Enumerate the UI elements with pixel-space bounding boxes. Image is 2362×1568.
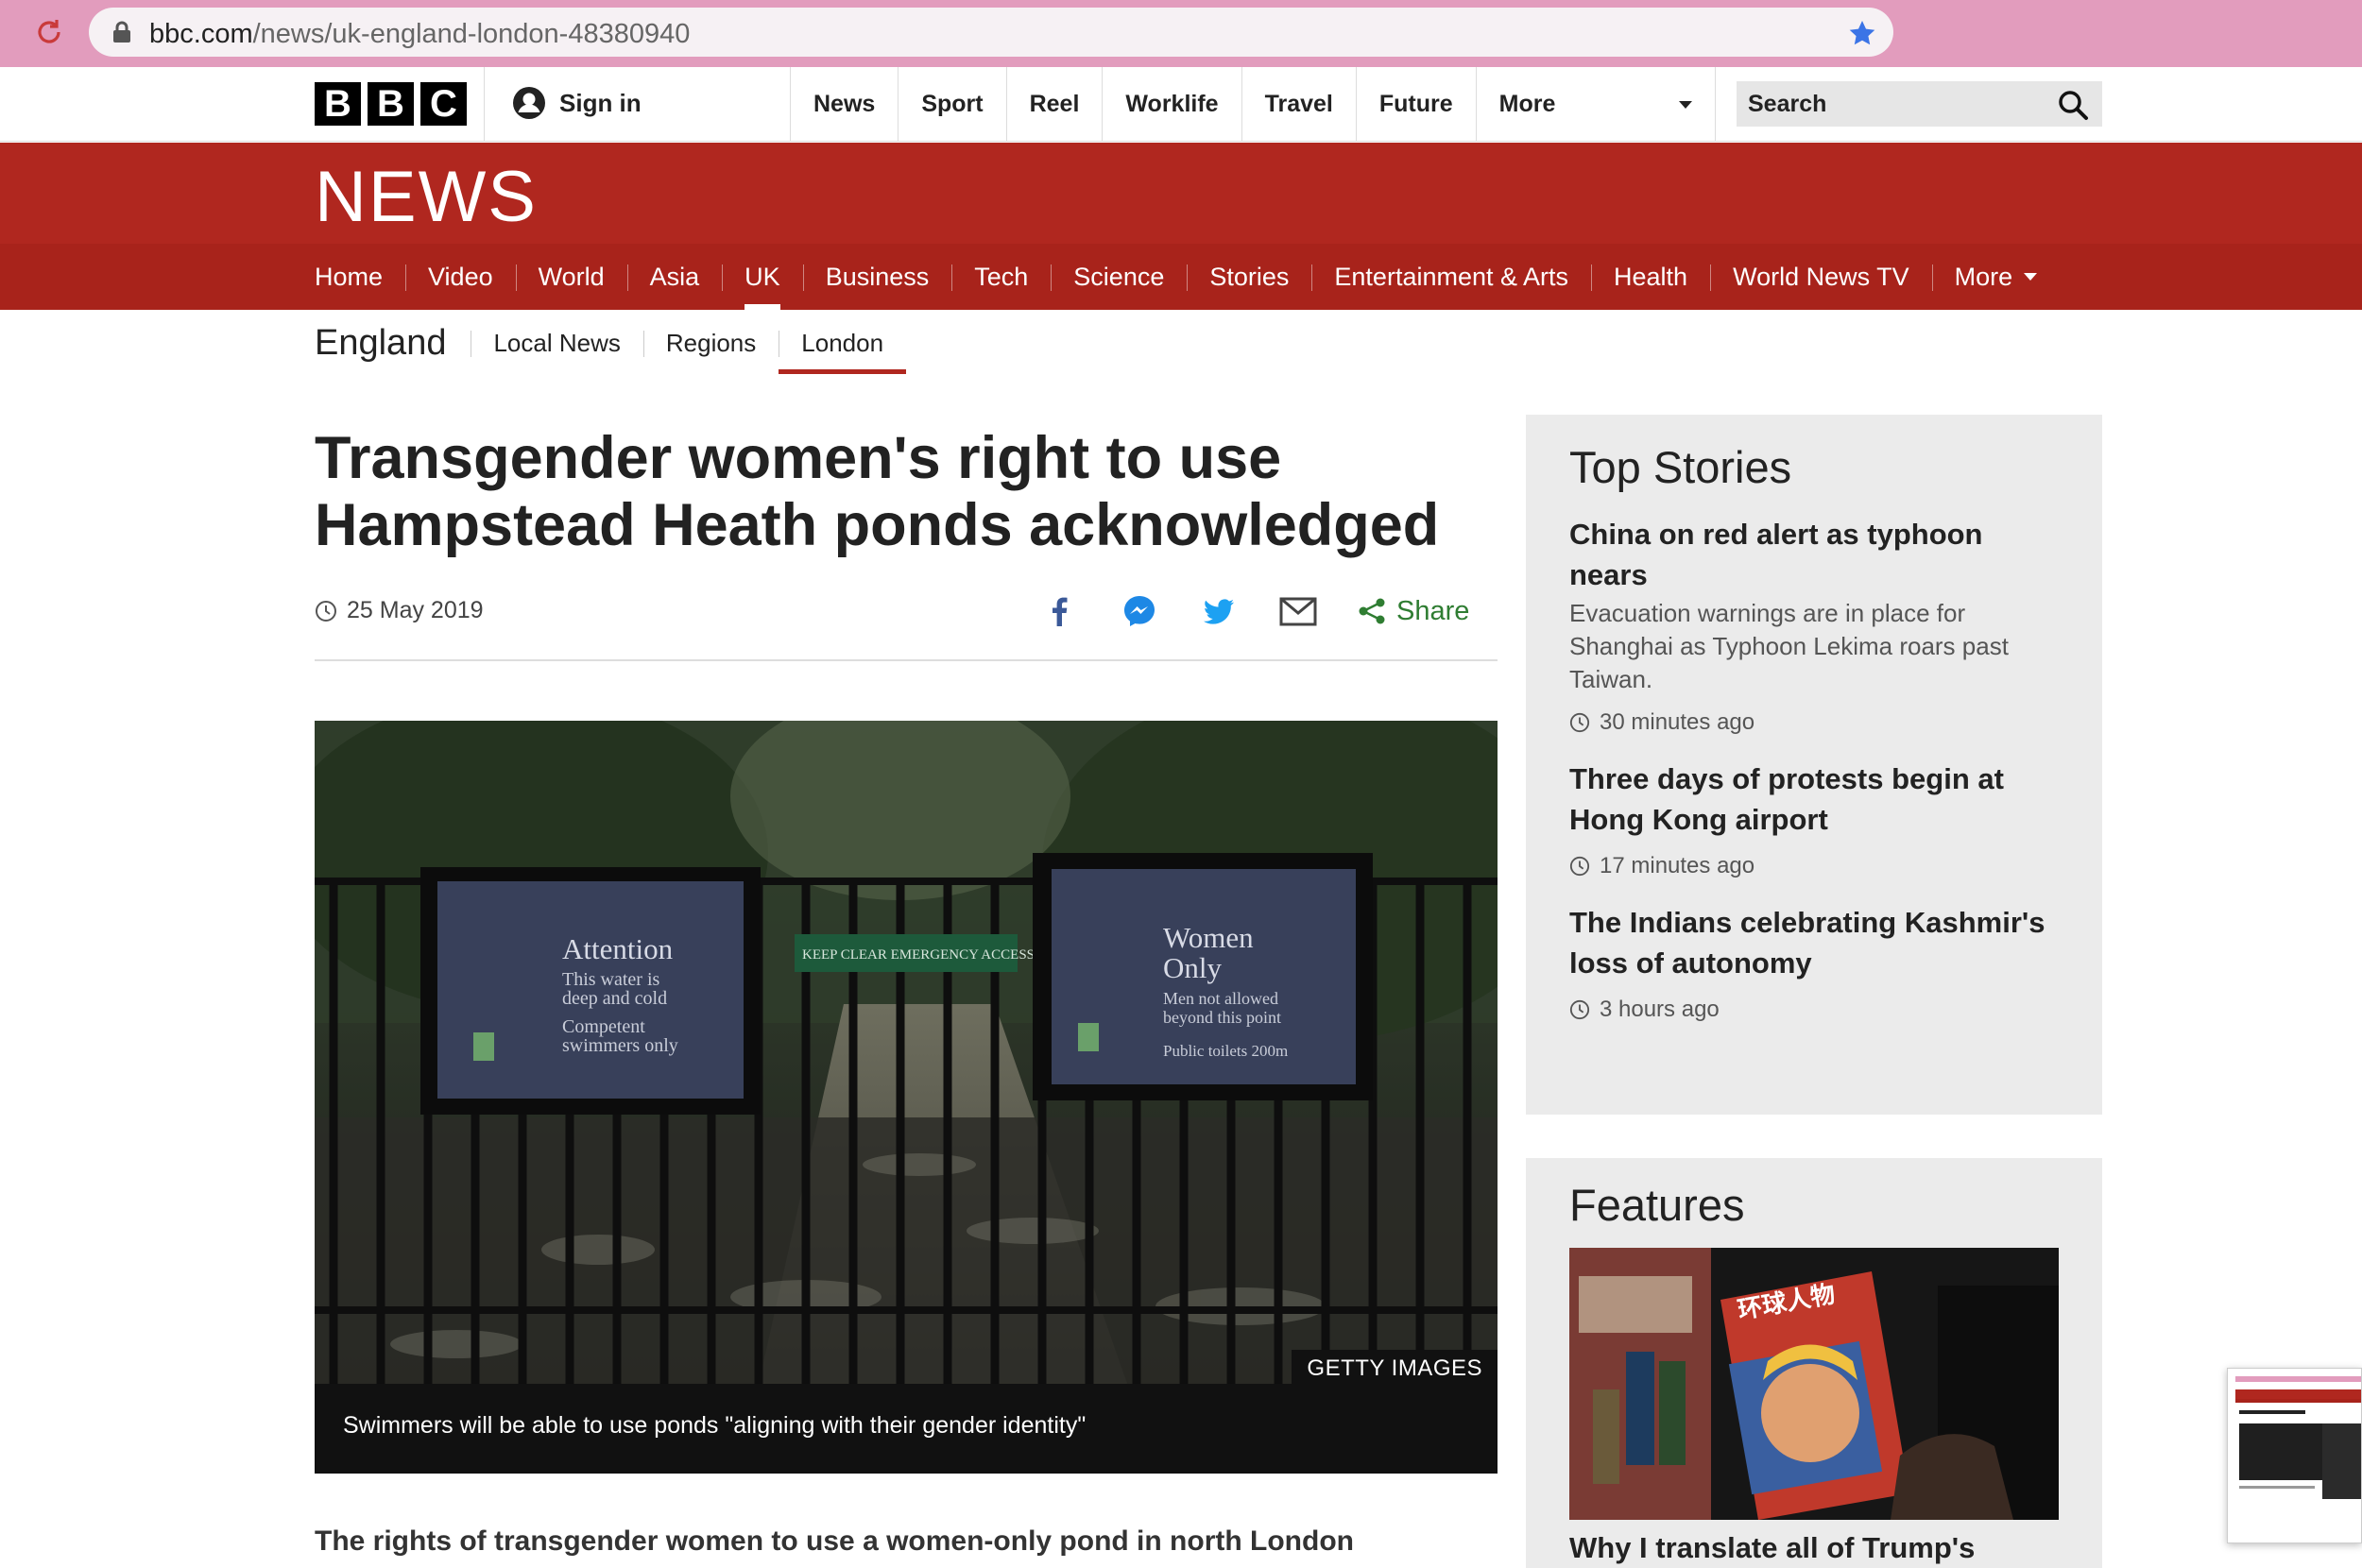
top-story-title[interactable]: The Indians celebrating Kashmir's loss o… <box>1569 902 2059 983</box>
share-tools: Share <box>1039 590 1469 632</box>
nav-more-dropdown[interactable]: More <box>1475 67 1716 142</box>
messenger-icon[interactable] <box>1119 590 1160 632</box>
top-story-item[interactable]: China on red alert as typhoon nears Evac… <box>1569 514 2059 736</box>
search-input[interactable] <box>1737 81 2039 127</box>
sub-nav-local-news[interactable]: Local News <box>471 310 642 376</box>
bbc-masthead: B B C Sign in News Sport Reel Worklife T… <box>0 67 2362 142</box>
section-nav: Home Video World Asia UK Business Tech S… <box>0 244 2362 310</box>
features-panel: Features 环球人物 Why I translate all of Tru… <box>1526 1158 2102 1568</box>
features-heading: Features <box>1569 1180 1745 1230</box>
clock-icon <box>316 600 336 622</box>
reload-icon[interactable] <box>32 15 66 49</box>
share-button[interactable]: Share <box>1357 596 1469 627</box>
nav-sport[interactable]: Sport <box>898 67 1005 142</box>
nav-worklife[interactable]: Worklife <box>1102 67 1241 142</box>
top-stories-heading: Top Stories <box>1569 442 1792 492</box>
article-figure: Attention This water is deep and cold Co… <box>315 721 1498 1474</box>
sub-nav-london[interactable]: London <box>779 310 906 376</box>
top-story-title[interactable]: China on red alert as typhoon nears <box>1569 514 2059 595</box>
user-icon <box>513 87 545 119</box>
facebook-icon[interactable] <box>1039 590 1081 632</box>
screenshot-thumbnail[interactable] <box>2227 1368 2362 1543</box>
section-business[interactable]: Business <box>802 244 952 310</box>
sign-in-link[interactable]: Sign in <box>512 86 642 120</box>
top-story-item[interactable]: The Indians celebrating Kashmir's loss o… <box>1569 902 2059 1023</box>
feature-image[interactable]: 环球人物 <box>1569 1248 2059 1520</box>
section-asia[interactable]: Asia <box>626 244 723 310</box>
section-uk[interactable]: UK <box>722 244 803 310</box>
divider <box>484 67 485 142</box>
search-box <box>1737 81 2102 127</box>
clock-icon <box>1569 712 1590 733</box>
svg-text:deep and cold: deep and cold <box>562 988 667 1009</box>
nav-travel[interactable]: Travel <box>1241 67 1356 142</box>
article-photo: Attention This water is deep and cold Co… <box>315 721 1498 1384</box>
section-world[interactable]: World <box>515 244 627 310</box>
sub-nav: England Local News Regions London <box>315 310 906 376</box>
section-entertainment-arts[interactable]: Entertainment & Arts <box>1311 244 1591 310</box>
article-date: 25 May 2019 <box>315 597 484 624</box>
svg-text:Women: Women <box>1163 921 1254 954</box>
section-video[interactable]: Video <box>405 244 516 310</box>
global-nav: News Sport Reel Worklife Travel Future M… <box>790 67 1716 142</box>
svg-text:Only: Only <box>1163 951 1223 984</box>
magazine-photo-illustration: 环球人物 <box>1569 1248 2059 1520</box>
clock-icon <box>1569 856 1590 877</box>
svg-text:Public toilets 200m: Public toilets 200m <box>1163 1042 1288 1060</box>
url-text: bbc.com/news/uk-england-london-48380940 <box>149 19 691 49</box>
news-banner: NEWS <box>0 143 2362 244</box>
bbc-logo[interactable]: B B C <box>315 82 467 126</box>
sub-nav-regions[interactable]: Regions <box>642 310 779 376</box>
svg-text:Men not allowed: Men not allowed <box>1163 989 1278 1008</box>
top-story-timestamp: 30 minutes ago <box>1569 709 2059 736</box>
feature-title[interactable]: Why I translate all of Trump's <box>1569 1531 2059 1565</box>
top-story-title[interactable]: Three days of protests begin at Hong Kon… <box>1569 758 2059 840</box>
article-lede: The rights of transgender women to use a… <box>315 1525 1354 1557</box>
address-bar[interactable]: bbc.com/news/uk-england-london-48380940 <box>89 8 1893 57</box>
caret-down-icon <box>1678 100 1692 109</box>
gate-photo-illustration: Attention This water is deep and cold Co… <box>315 721 1498 1384</box>
nav-reel[interactable]: Reel <box>1005 67 1103 142</box>
bookmark-star-icon[interactable] <box>1848 19 1876 47</box>
top-story-summary: Evacuation warnings are in place for Sha… <box>1569 599 2009 693</box>
news-wordmark[interactable]: NEWS <box>315 156 538 238</box>
svg-text:swimmers only: swimmers only <box>562 1035 678 1056</box>
sub-nav-section-title[interactable]: England <box>315 323 446 364</box>
nav-future[interactable]: Future <box>1355 67 1476 142</box>
top-story-timestamp: 3 hours ago <box>1569 997 2059 1023</box>
section-more-dropdown[interactable]: More <box>1931 244 2061 310</box>
section-science[interactable]: Science <box>1051 244 1187 310</box>
svg-text:Attention: Attention <box>562 932 674 965</box>
screenshot-preview-illustration <box>2228 1369 2361 1542</box>
nav-news[interactable]: News <box>790 67 898 142</box>
divider <box>315 659 1498 661</box>
search-icon[interactable] <box>2057 89 2089 121</box>
section-home[interactable]: Home <box>315 244 405 310</box>
image-caption: Swimmers will be able to use ponds "alig… <box>315 1384 1498 1474</box>
top-stories-panel: Top Stories China on red alert as typhoo… <box>1526 415 2102 1115</box>
twitter-icon[interactable] <box>1198 590 1240 632</box>
top-story-item[interactable]: Three days of protests begin at Hong Kon… <box>1569 758 2059 879</box>
article-headline: Transgender women's right to use Hampste… <box>315 425 1440 558</box>
svg-text:KEEP CLEAR EMERGENCY ACCESS: KEEP CLEAR EMERGENCY ACCESS <box>802 947 1035 963</box>
clock-icon <box>1569 999 1590 1020</box>
email-icon[interactable] <box>1277 590 1319 632</box>
section-stories[interactable]: Stories <box>1187 244 1311 310</box>
browser-toolbar: bbc.com/news/uk-england-london-48380940 <box>0 0 2362 67</box>
section-health[interactable]: Health <box>1591 244 1710 310</box>
section-world-news-tv[interactable]: World News TV <box>1710 244 1932 310</box>
section-tech[interactable]: Tech <box>951 244 1051 310</box>
share-icon <box>1359 598 1385 624</box>
svg-text:This water is: This water is <box>562 969 660 990</box>
svg-text:Competent: Competent <box>562 1016 645 1037</box>
caret-down-icon <box>2024 273 2038 281</box>
svg-text:beyond this point: beyond this point <box>1163 1008 1281 1027</box>
lock-icon <box>113 21 130 43</box>
top-story-timestamp: 17 minutes ago <box>1569 853 2059 879</box>
